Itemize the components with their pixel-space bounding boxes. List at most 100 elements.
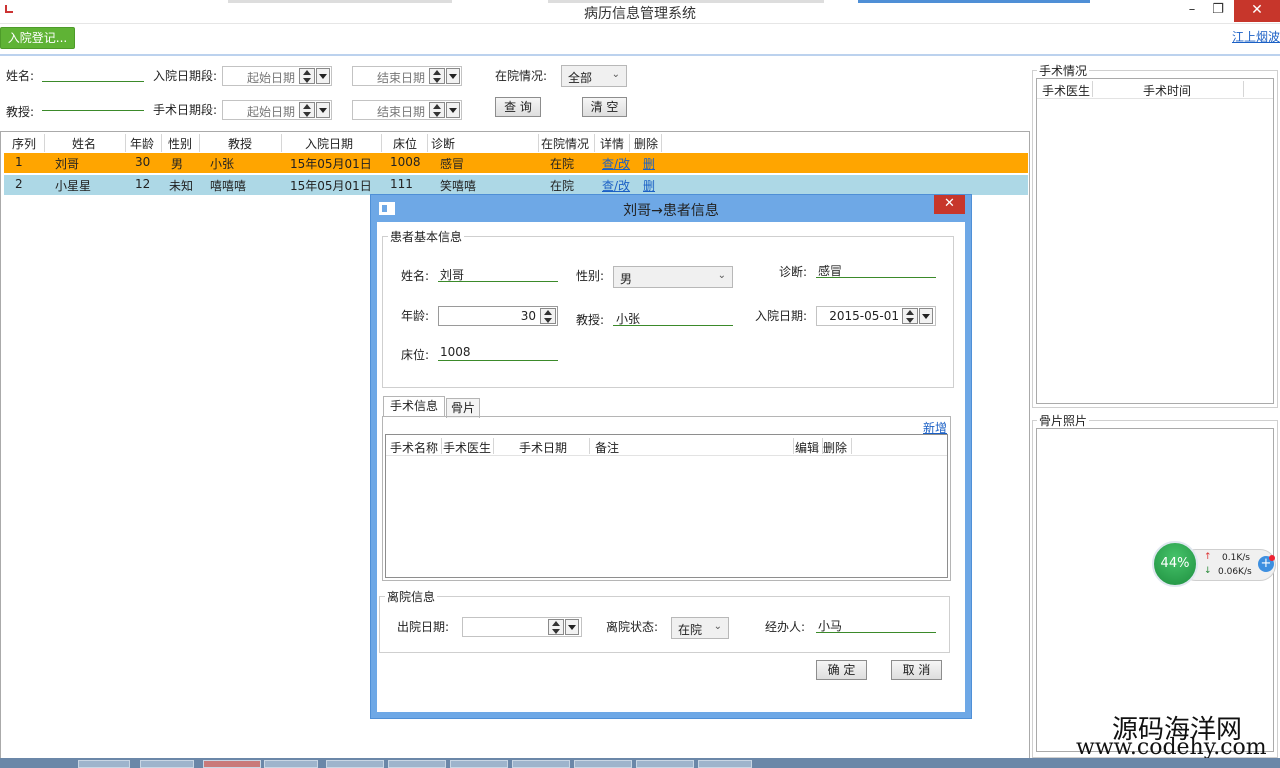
taskbar-item[interactable]: [450, 760, 508, 768]
spin-up-down-icon[interactable]: [299, 102, 315, 118]
taskbar-item[interactable]: [326, 760, 384, 768]
ok-button[interactable]: 确 定: [816, 660, 867, 680]
discharge-status-value: 在院: [678, 623, 703, 637]
spin-up-down-icon[interactable]: [902, 308, 918, 324]
taskbar-item[interactable]: [203, 760, 261, 768]
dialog-title: 刘哥→患者信息: [623, 203, 719, 219]
admit-end-date-picker[interactable]: 结束日期: [352, 66, 462, 86]
taskbar-item[interactable]: [140, 760, 194, 768]
name-filter-input[interactable]: [42, 81, 144, 82]
chevron-down-icon[interactable]: [316, 102, 330, 118]
spin-up-down-icon[interactable]: [548, 619, 564, 635]
download-speed: 0.06K/s: [1218, 567, 1252, 577]
column-divider: [161, 134, 162, 152]
user-link[interactable]: 江上烟波: [1232, 28, 1280, 45]
detail-edit-link[interactable]: 查/改: [602, 155, 630, 172]
admit-date-label: 入院日期:: [755, 309, 808, 323]
taskbar-item[interactable]: [636, 760, 694, 768]
column-header[interactable]: 序列: [12, 135, 36, 152]
chevron-down-icon[interactable]: [919, 308, 933, 324]
column-header[interactable]: 床位: [393, 135, 417, 152]
dialog-close-button[interactable]: ✕: [934, 195, 965, 214]
admit-end-date-placeholder: 结束日期: [376, 71, 425, 85]
column-divider: [594, 134, 595, 152]
column-divider: [441, 438, 442, 454]
table-row[interactable]: 2 小星星 12 未知 嘻嘻嘻 15年05月01日 111 笑嘻嘻 在院 查/改…: [4, 175, 1028, 195]
tab-xray[interactable]: 骨片: [446, 398, 480, 418]
title-bar: 病历信息管理系统 – ❐ ✕: [0, 0, 1280, 24]
cell-seq: 1: [15, 155, 23, 169]
column-divider: [589, 438, 590, 454]
minimize-button[interactable]: –: [1178, 0, 1206, 22]
handler-input[interactable]: [816, 632, 936, 633]
column-header[interactable]: 删除: [634, 135, 658, 152]
column-header[interactable]: 手术名称: [390, 439, 438, 456]
surgery-start-date-picker[interactable]: 起始日期: [222, 100, 332, 120]
column-header[interactable]: 入院日期: [305, 135, 353, 152]
delete-link[interactable]: 删: [643, 155, 655, 172]
search-button[interactable]: 查 询: [495, 97, 541, 117]
chevron-down-icon[interactable]: [565, 619, 579, 635]
network-speed-widget[interactable]: 44% ↑ 0.1K/s ↓ 0.06K/s +: [1152, 541, 1278, 587]
admit-start-date-picker[interactable]: 起始日期: [222, 66, 332, 86]
taskbar-item[interactable]: [264, 760, 318, 768]
diagnosis-label: 诊断:: [779, 265, 808, 279]
column-header[interactable]: 在院情况: [541, 135, 589, 152]
detail-edit-link[interactable]: 查/改: [602, 177, 630, 194]
surgery-panel-title: 手术情况: [1037, 62, 1090, 79]
clear-button[interactable]: 清 空: [582, 97, 627, 117]
surgery-end-date-picker[interactable]: 结束日期: [352, 100, 462, 120]
name-filter-label: 姓名:: [6, 69, 35, 83]
chevron-down-icon[interactable]: [446, 102, 460, 118]
maximize-button[interactable]: ❐: [1204, 0, 1232, 22]
close-button[interactable]: ✕: [1234, 0, 1280, 22]
memory-usage-gauge[interactable]: 44%: [1152, 541, 1198, 587]
column-header[interactable]: 手术日期: [519, 439, 567, 456]
spin-up-down-icon[interactable]: [429, 68, 445, 84]
age-stepper[interactable]: 30: [438, 306, 558, 326]
upload-speed: 0.1K/s: [1222, 553, 1250, 563]
delete-link[interactable]: 删: [643, 177, 655, 194]
name-label: 姓名:: [401, 269, 430, 283]
spin-up-down-icon[interactable]: [429, 102, 445, 118]
column-header[interactable]: 姓名: [72, 135, 96, 152]
professor-input[interactable]: [613, 325, 733, 326]
chevron-down-icon[interactable]: [446, 68, 460, 84]
spin-up-down-icon[interactable]: [299, 68, 315, 84]
chevron-down-icon[interactable]: [316, 68, 330, 84]
cell-bed: 1008: [390, 155, 421, 169]
column-header[interactable]: 性别: [168, 135, 192, 152]
name-input[interactable]: [438, 281, 558, 282]
column-header[interactable]: 教授: [228, 135, 252, 152]
admit-date-picker[interactable]: 2015-05-01: [816, 306, 936, 326]
diagnosis-input[interactable]: [816, 277, 936, 278]
taskbar-item[interactable]: [512, 760, 570, 768]
cancel-button[interactable]: 取 消: [891, 660, 942, 680]
gender-label: 性别:: [576, 269, 605, 283]
cell-age: 12: [135, 177, 151, 191]
column-header[interactable]: 手术时间: [1143, 82, 1191, 99]
status-filter-select[interactable]: 全部 ⌄: [561, 65, 627, 87]
bed-input[interactable]: [438, 360, 558, 361]
taskbar-item[interactable]: [78, 760, 130, 768]
taskbar-item[interactable]: [388, 760, 446, 768]
column-header[interactable]: 删除: [823, 439, 847, 456]
column-header[interactable]: 编辑: [795, 439, 819, 456]
taskbar-item[interactable]: [574, 760, 632, 768]
column-header[interactable]: 诊断: [431, 135, 455, 152]
discharge-date-picker[interactable]: [462, 617, 582, 637]
column-header[interactable]: 详情: [600, 135, 624, 152]
spin-up-down-icon[interactable]: [540, 308, 556, 324]
column-header[interactable]: 手术医生: [1042, 82, 1090, 99]
column-header[interactable]: 年龄: [130, 135, 154, 152]
column-header[interactable]: 手术医生: [443, 439, 491, 456]
taskbar-item[interactable]: [698, 760, 752, 768]
admit-register-button[interactable]: 入院登记...: [0, 27, 75, 49]
column-header[interactable]: 备注: [595, 439, 619, 456]
professor-filter-input[interactable]: [42, 110, 144, 111]
tab-surgery-info[interactable]: 手术信息: [383, 396, 445, 416]
cell-seq: 2: [15, 177, 23, 191]
gender-select[interactable]: 男 ⌄: [613, 266, 733, 288]
discharge-status-select[interactable]: 在院 ⌄: [671, 617, 729, 639]
table-row[interactable]: 1 刘哥 30 男 小张 15年05月01日 1008 感冒 在院 查/改 删: [4, 153, 1028, 173]
